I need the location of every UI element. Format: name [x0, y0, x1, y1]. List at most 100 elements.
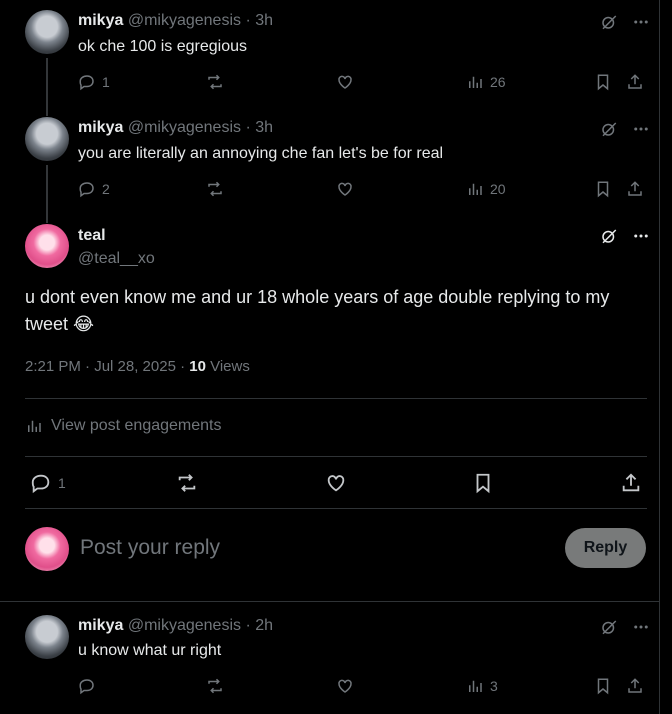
post-timestamp[interactable]: 2:21 PM · Jul 28, 2025 · — [25, 358, 189, 375]
repost-action[interactable] — [206, 180, 224, 198]
separator: · — [241, 617, 256, 634]
scrollbar[interactable] — [664, 0, 672, 714]
post-top-icons — [600, 227, 650, 245]
heart-icon — [338, 182, 352, 196]
post-actions: 2 20 — [78, 180, 648, 200]
reply-count: 2 — [102, 181, 110, 197]
author-handle[interactable]: @teal__xo — [78, 249, 155, 269]
composer-avatar[interactable] — [25, 527, 69, 571]
views-count: 10 — [189, 358, 206, 375]
bookmark-action[interactable] — [472, 472, 494, 494]
like-action[interactable] — [336, 677, 354, 695]
reply-action[interactable]: 2 — [78, 180, 110, 198]
author-name[interactable]: teal — [78, 226, 106, 246]
avatar[interactable] — [25, 117, 69, 161]
post-actions: 3 — [78, 677, 648, 697]
repost-action[interactable] — [206, 677, 224, 695]
views-count: 26 — [490, 74, 506, 90]
view-engagements-link[interactable]: View post engagements — [25, 417, 221, 435]
share-icon — [628, 74, 642, 89]
bookmark-icon — [597, 74, 609, 91]
author-name[interactable]: mikya — [78, 617, 123, 634]
repost-action[interactable] — [176, 472, 198, 494]
share-action[interactable] — [620, 472, 642, 494]
share-icon — [622, 473, 640, 492]
like-action[interactable] — [336, 180, 354, 198]
share-icon — [628, 181, 642, 196]
bookmark-icon — [476, 473, 490, 494]
grok-icon[interactable] — [600, 227, 618, 245]
repost-action[interactable] — [206, 73, 224, 91]
like-action[interactable] — [336, 73, 354, 91]
analytics-icon — [469, 76, 482, 88]
bookmark-action[interactable] — [594, 677, 612, 695]
reply-action[interactable]: 1 — [30, 472, 66, 494]
post-time[interactable]: 3h — [255, 12, 273, 29]
post-header: mikya @mikyagenesis · 2h — [78, 616, 273, 636]
post-header: mikya @mikyagenesis · 3h — [78, 11, 273, 31]
post-top-icons — [600, 13, 650, 31]
author-handle[interactable]: @mikyagenesis — [128, 12, 241, 29]
separator: · — [241, 119, 256, 136]
views-count: 3 — [490, 678, 498, 694]
reply-count: 1 — [102, 74, 110, 90]
views-action[interactable]: 20 — [466, 180, 506, 198]
divider — [25, 398, 647, 399]
avatar[interactable] — [25, 615, 69, 659]
bookmark-action[interactable] — [594, 73, 612, 91]
avatar[interactable] — [25, 224, 69, 268]
more-icon[interactable] — [632, 227, 650, 245]
more-icon[interactable] — [632, 618, 650, 636]
reply-icon — [79, 75, 94, 91]
author-handle[interactable]: @mikyagenesis — [128, 119, 241, 136]
post-top-icons — [600, 120, 650, 138]
separator: · — [241, 12, 256, 29]
post-time[interactable]: 2h — [255, 617, 273, 634]
bookmark-icon — [597, 181, 609, 198]
heart-icon — [338, 679, 352, 693]
views-label: Views — [205, 358, 250, 375]
grok-icon[interactable] — [600, 13, 618, 31]
reply-icon — [79, 182, 94, 198]
post-meta: 2:21 PM · Jul 28, 2025 · 10 Views — [25, 357, 250, 377]
analytics-icon — [469, 680, 482, 692]
reply-button[interactable]: Reply — [565, 528, 646, 568]
repost-icon — [178, 474, 196, 492]
post-time[interactable]: 3h — [255, 119, 273, 136]
thread-line — [46, 58, 48, 116]
divider — [0, 601, 660, 602]
author-name[interactable]: mikya — [78, 12, 123, 29]
more-icon[interactable] — [632, 120, 650, 138]
reply-action[interactable] — [78, 677, 96, 695]
heart-icon — [327, 475, 345, 492]
post-text: u know what ur right — [78, 642, 222, 659]
conversation-column: mikya @mikyagenesis · 3h ok che 100 is e… — [0, 0, 660, 714]
analytics-icon — [469, 183, 482, 195]
divider — [25, 456, 647, 457]
avatar[interactable] — [25, 10, 69, 54]
reply-icon — [31, 474, 50, 494]
post-text: ok che 100 is egregious — [78, 38, 247, 55]
more-icon[interactable] — [632, 13, 650, 31]
share-action[interactable] — [626, 73, 644, 91]
divider — [25, 508, 647, 509]
post-actions: 1 26 — [78, 73, 648, 93]
reply-action[interactable]: 1 — [78, 73, 110, 91]
reply-input[interactable]: Post your reply — [80, 536, 220, 560]
like-action[interactable] — [325, 472, 347, 494]
share-action[interactable] — [626, 180, 644, 198]
grok-icon[interactable] — [600, 120, 618, 138]
post-top-icons — [600, 618, 650, 636]
author-handle[interactable]: @mikyagenesis — [128, 617, 241, 634]
share-icon — [628, 678, 642, 693]
bookmark-icon — [597, 678, 609, 695]
engagements-label: View post engagements — [51, 417, 222, 434]
views-action[interactable]: 26 — [466, 73, 506, 91]
author-name[interactable]: mikya — [78, 119, 123, 136]
views-action[interactable]: 3 — [466, 677, 498, 695]
grok-icon[interactable] — [600, 618, 618, 636]
share-action[interactable] — [626, 677, 644, 695]
bookmark-action[interactable] — [594, 180, 612, 198]
repost-icon — [208, 181, 222, 197]
main-post-text: u dont even know me and ur 18 whole year… — [25, 287, 610, 334]
